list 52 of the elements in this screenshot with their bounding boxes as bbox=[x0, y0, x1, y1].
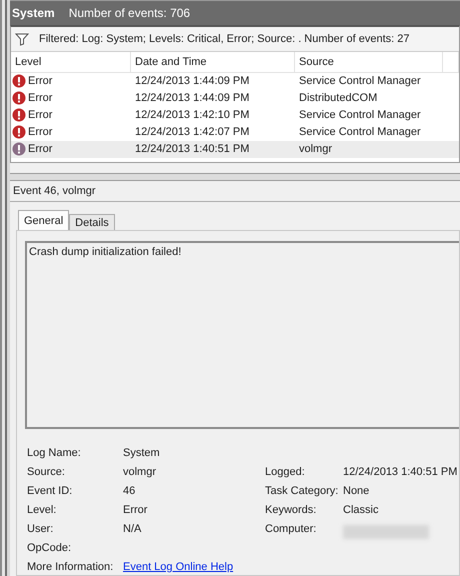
field-label: Level: bbox=[27, 504, 58, 518]
date-cell-text: 12/24/2013 1:42:10 PM bbox=[134, 109, 250, 122]
tab[interactable]: General bbox=[18, 210, 70, 230]
field-value: N/A bbox=[123, 523, 142, 538]
field-label: Source: bbox=[27, 466, 66, 480]
source-cell-text: volmgr bbox=[298, 143, 334, 156]
level-text: Error bbox=[28, 109, 52, 122]
event-title: Event 46, volmgr bbox=[10, 180, 460, 202]
field-label: User: bbox=[27, 523, 54, 538]
field-value: 46 bbox=[123, 485, 136, 500]
event-row[interactable]: Error 12/24/2013 1:44:09 PM Service Control Manager bbox=[11, 72, 459, 90]
field-label: Logged: bbox=[265, 466, 306, 480]
message-box: Crash dump initialization failed! bbox=[25, 241, 459, 430]
date-cell-text: 12/24/2013 1:44:09 PM bbox=[134, 75, 250, 88]
splitter[interactable] bbox=[10, 173, 460, 181]
event-row[interactable]: Error 12/24/2013 1:44:09 PM DistributedCOM bbox=[11, 90, 459, 107]
filter-icon bbox=[15, 32, 29, 46]
field-value: Error bbox=[123, 504, 148, 518]
field-value: None bbox=[343, 485, 370, 500]
field-value: Classic bbox=[343, 504, 380, 518]
level-text: Error bbox=[28, 92, 52, 104]
source-cell-text: Service Control Manager bbox=[298, 109, 422, 122]
column-header[interactable]: Date and Time bbox=[131, 52, 295, 72]
level-text: Error bbox=[28, 126, 52, 138]
event-count: Number of events: 706 bbox=[68, 6, 190, 20]
field-label: Keywords: bbox=[265, 504, 318, 518]
tab[interactable]: Details bbox=[69, 214, 115, 230]
event-row[interactable]: Error 12/24/2013 1:42:10 PM Service Control Manager bbox=[11, 106, 459, 124]
field-label: More Information: bbox=[27, 561, 114, 576]
source-cell-text: Service Control Manager bbox=[298, 126, 422, 138]
field-label: OpCode: bbox=[27, 542, 72, 556]
column-header[interactable]: Source bbox=[295, 52, 443, 72]
field-value: System bbox=[123, 447, 161, 462]
level-text: Error bbox=[28, 75, 52, 88]
filter-text: Filtered: Log: System; Levels: Critical, Error; Source: . Number of events: 27 bbox=[39, 32, 410, 45]
column-header[interactable]: Level bbox=[11, 52, 131, 72]
field-value: 12/24/2013 1:40:51 PM bbox=[343, 466, 458, 480]
level-text: Error bbox=[28, 143, 52, 156]
source-cell-text: DistributedCOM bbox=[298, 92, 378, 104]
source-cell-text: Service Control Manager bbox=[298, 75, 422, 88]
help-link[interactable]: Event Log Online Help bbox=[123, 561, 234, 574]
field-label: Task Category: bbox=[265, 485, 340, 500]
date-cell-text: 12/24/2013 1:44:09 PM bbox=[134, 92, 250, 104]
date-cell-text: 12/24/2013 1:40:51 PM bbox=[134, 143, 250, 156]
field-value: volmgr bbox=[123, 466, 158, 480]
field-label: Log Name: bbox=[27, 447, 82, 462]
log-name: System bbox=[12, 6, 55, 20]
field-label: Computer: bbox=[265, 523, 318, 538]
field-label: Event ID: bbox=[27, 485, 74, 500]
event-row[interactable]: Error 12/24/2013 1:40:51 PM volmgr bbox=[11, 140, 459, 158]
date-cell-text: 12/24/2013 1:42:07 PM bbox=[134, 126, 250, 138]
event-row[interactable]: Error 12/24/2013 1:42:07 PM Service Control Manager bbox=[11, 124, 459, 141]
